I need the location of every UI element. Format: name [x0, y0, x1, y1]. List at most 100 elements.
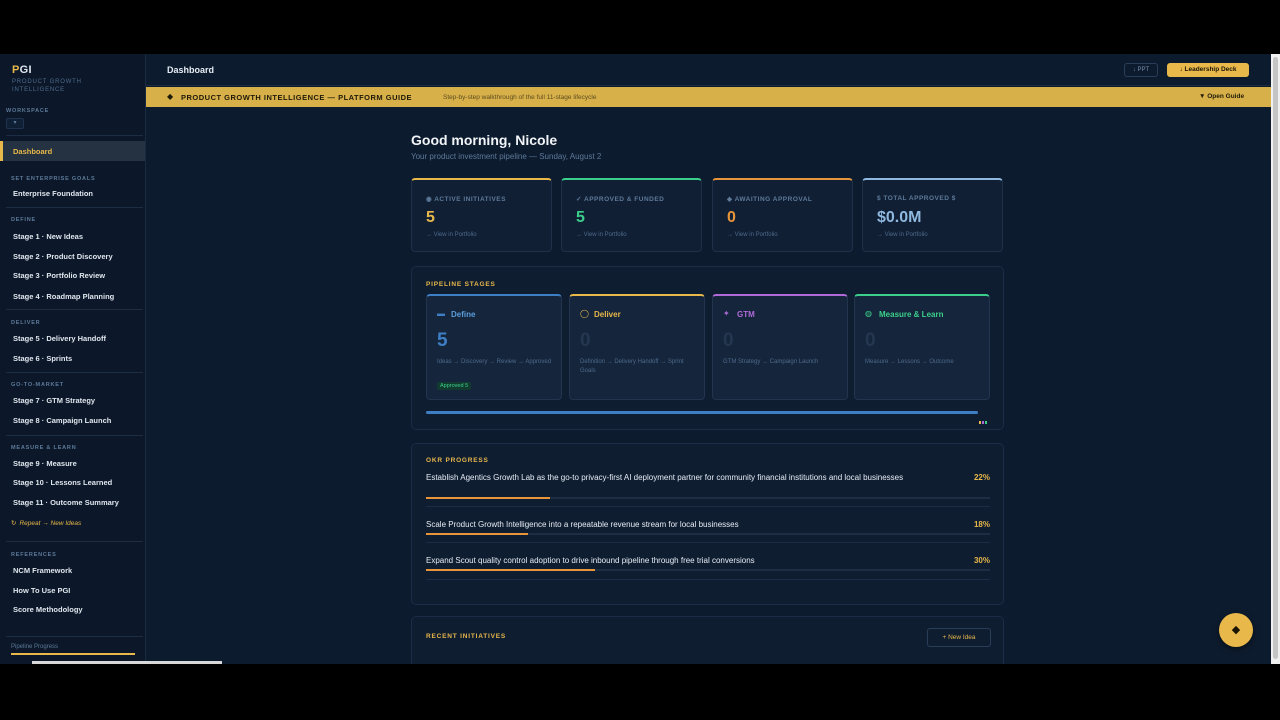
stat-card-active-initiatives[interactable]: ◉ ACTIVE INITIATIVES 5 → View in Portfol…	[411, 178, 552, 252]
section-set-enterprise-goals: SET ENTERPRISE GOALS	[11, 176, 96, 182]
okr-percent: 22%	[973, 473, 990, 482]
stat-label: ◆ AWAITING APPROVAL	[727, 196, 813, 203]
sidebar-item-stage-2[interactable]: Stage 2 · Product Discovery	[13, 252, 113, 261]
sidebar-divider	[6, 541, 143, 542]
okr-progress-fill	[426, 533, 528, 535]
sidebar-item-stage-9[interactable]: Stage 9 · Measure	[13, 459, 77, 468]
okr-text: Expand Scout quality control adoption to…	[426, 556, 755, 565]
assistant-fab-button[interactable]: ◆	[1219, 613, 1253, 647]
brand-subtitle: PRODUCT GROWTH INTELLIGENCE	[12, 79, 82, 93]
brand-logo-b: GI	[19, 64, 32, 76]
platform-guide-banner[interactable]: ◆ PRODUCT GROWTH INTELLIGENCE — PLATFORM…	[146, 87, 1271, 107]
pipeline-bar-segments	[979, 411, 989, 424]
view-portfolio-link[interactable]: → View in Portfolio	[576, 232, 627, 238]
recent-initiatives-panel: RECENT INITIATIVES + New Idea	[411, 616, 1004, 664]
okr-separator	[426, 506, 990, 507]
okr-progress-track	[426, 569, 990, 571]
stage-name: Define	[451, 310, 476, 319]
sidebar: PGI PRODUCT GROWTH INTELLIGENCE WORKSPAC…	[0, 54, 146, 664]
section-go-to-market: GO-TO-MARKET	[11, 382, 64, 388]
new-idea-button[interactable]: + New Idea	[927, 628, 991, 647]
section-define: DEFINE	[11, 217, 36, 223]
stage-card-define[interactable]: ▬ Define 5 Ideas → Discovery → Review → …	[426, 294, 562, 400]
stage-count: 0	[723, 330, 734, 351]
okr-progress-fill	[426, 569, 596, 571]
okr-progress-panel: OKR PROGRESS Establish Agentics Growth L…	[411, 443, 1004, 605]
stage-name: GTM	[737, 310, 755, 319]
sidebar-item-stage-5[interactable]: Stage 5 · Delivery Handoff	[13, 334, 106, 343]
sidebar-item-stage-6[interactable]: Stage 6 · Sprints	[13, 354, 72, 363]
sidebar-item-stage-4[interactable]: Stage 4 · Roadmap Planning	[13, 292, 114, 301]
stage-name: Deliver	[594, 310, 621, 319]
stage-description: GTM Strategy → Campaign Launch	[723, 359, 819, 365]
scrollbar-thumb[interactable]	[1273, 57, 1278, 659]
stage-name: Measure & Learn	[879, 310, 944, 319]
sidebar-item-stage-11[interactable]: Stage 11 · Outcome Summary	[13, 498, 119, 507]
stage-description: Definition → Delivery Handoff → Sprint G…	[580, 359, 684, 374]
stat-card-approved-funded[interactable]: ✓ APPROVED & FUNDED 5 → View in Portfoli…	[561, 178, 702, 252]
okr-progress-track	[426, 497, 990, 499]
open-guide-button[interactable]: ▼ Open Guide	[1199, 93, 1244, 100]
view-portfolio-link[interactable]: → View in Portfolio	[727, 232, 778, 238]
horizontal-scrollbar[interactable]	[32, 661, 222, 664]
okr-progress-fill	[426, 497, 551, 499]
sidebar-item-stage-8[interactable]: Stage 8 · Campaign Launch	[13, 416, 111, 425]
stat-card-awaiting-approval[interactable]: ◆ AWAITING APPROVAL 0 → View in Portfoli…	[712, 178, 853, 252]
sidebar-divider	[6, 435, 143, 436]
sidebar-item-dashboard[interactable]: Dashboard	[0, 141, 145, 161]
gtm-icon: ✦	[723, 309, 730, 318]
sidebar-divider	[6, 207, 143, 208]
stage-card-gtm[interactable]: ✦ GTM 0 GTM Strategy → Campaign Launch	[712, 294, 848, 400]
sidebar-item-enterprise-foundation[interactable]: Enterprise Foundation	[13, 189, 93, 198]
top-bar: Dashboard ↓ PPT ↓ Leadership Deck	[146, 54, 1271, 86]
section-deliver: DELIVER	[11, 320, 41, 326]
download-ppt-button[interactable]: ↓ PPT	[1124, 63, 1158, 77]
measure-icon: ◍	[865, 309, 872, 318]
pipeline-progress-label: Pipeline Progress	[11, 644, 59, 650]
define-icon: ▬	[437, 309, 445, 318]
stat-value: $0.0M	[877, 209, 922, 226]
okr-percent: 18%	[973, 520, 990, 529]
stage-description: Ideas → Discovery → Review → Approved	[437, 359, 552, 365]
page-title: Dashboard	[167, 65, 215, 75]
sidebar-item-repeat[interactable]: ↻ Repeat → New Ideas	[11, 519, 81, 527]
stat-card-total-approved[interactable]: $ TOTAL APPROVED $ $0.0M → View in Portf…	[862, 178, 1003, 252]
panel-title: OKR PROGRESS	[426, 457, 489, 464]
deliver-icon: ◯	[580, 309, 589, 318]
sidebar-item-stage-10[interactable]: Stage 10 · Lessons Learned	[13, 478, 112, 487]
guide-subtitle: Step-by-step walkthrough of the full 11-…	[443, 93, 597, 101]
sidebar-divider	[6, 309, 143, 310]
okr-percent: 30%	[973, 556, 990, 565]
repeat-label: Repeat → New Ideas	[19, 520, 82, 527]
brand-logo: PGI	[12, 64, 102, 76]
stat-label: ◉ ACTIVE INITIATIVES	[426, 196, 506, 203]
pipeline-bar	[426, 411, 978, 414]
sidebar-item-stage-3[interactable]: Stage 3 · Portfolio Review	[13, 271, 105, 280]
brand: PGI PRODUCT GROWTH INTELLIGENCE	[12, 64, 102, 94]
sidebar-item-how-to-use[interactable]: How To Use PGI	[13, 586, 70, 595]
pipeline-progress-bar	[11, 653, 135, 655]
workspace-select[interactable]: ▾	[6, 118, 24, 129]
okr-text: Establish Agentics Growth Lab as the go-…	[426, 473, 904, 482]
section-references: REFERENCES	[11, 552, 57, 558]
stage-description: Measure → Lessons → Outcome	[865, 359, 954, 365]
panel-title: PIPELINE STAGES	[426, 281, 496, 288]
sidebar-item-stage-7[interactable]: Stage 7 · GTM Strategy	[13, 396, 95, 405]
sidebar-item-stage-1[interactable]: Stage 1 · New Ideas	[13, 232, 83, 241]
okr-text: Scale Product Growth Intelligence into a…	[426, 520, 739, 529]
stat-label: ✓ APPROVED & FUNDED	[576, 196, 665, 203]
workspace-label: WORKSPACE	[6, 108, 50, 114]
view-portfolio-link[interactable]: → View in Portfolio	[426, 232, 477, 238]
stat-label: $ TOTAL APPROVED $	[877, 195, 956, 202]
app-window: PGI PRODUCT GROWTH INTELLIGENCE WORKSPAC…	[0, 54, 1280, 664]
stage-card-deliver[interactable]: ◯ Deliver 0 Definition → Delivery Handof…	[569, 294, 705, 400]
stage-card-measure-learn[interactable]: ◍ Measure & Learn 0 Measure → Lessons → …	[854, 294, 990, 400]
stage-count: 5	[437, 330, 448, 351]
leadership-deck-button[interactable]: ↓ Leadership Deck	[1167, 63, 1249, 77]
greeting-subtitle: Your product investment pipeline — Sunda…	[411, 152, 602, 161]
sidebar-item-ncm-framework[interactable]: NCM Framework	[13, 566, 72, 575]
okr-separator	[426, 579, 990, 580]
view-portfolio-link[interactable]: → View in Portfolio	[877, 232, 928, 238]
sidebar-item-score-methodology[interactable]: Score Methodology	[13, 605, 83, 614]
sidebar-divider	[6, 636, 143, 637]
